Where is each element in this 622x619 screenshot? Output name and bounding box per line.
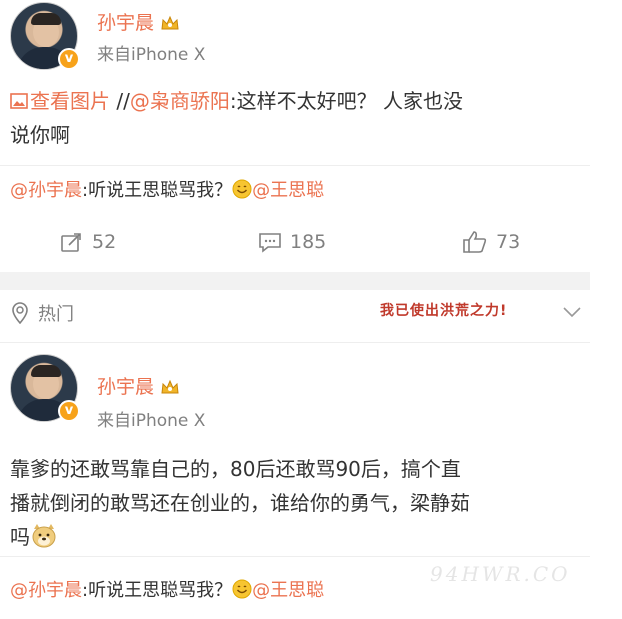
user-name-label: 孙宇晨 <box>97 12 155 34</box>
repost-icon <box>61 233 81 252</box>
retweet-mention-link[interactable]: @孙宇晨 <box>10 180 82 201</box>
view-image-label: 查看图片 <box>30 89 110 113</box>
vip-crown-icon <box>161 379 179 394</box>
user-name-label: 孙宇晨 <box>97 376 155 398</box>
comment-icon <box>259 233 281 253</box>
hot-label[interactable]: 热门 <box>10 300 74 326</box>
feed-separator <box>0 272 590 290</box>
verified-badge-icon: v <box>58 400 80 422</box>
retweet-mention2-link[interactable]: @王思聪 <box>252 180 324 201</box>
retweet-body: :听说王思聪骂我？ <box>82 580 233 601</box>
image-icon <box>10 93 28 109</box>
retweet-mention-link[interactable]: @孙宇晨 <box>10 580 82 601</box>
post-source: 来自iPhone X <box>97 411 206 431</box>
retweet-line: @孙宇晨:听说王思聪骂我？ @王思聪 <box>10 176 324 202</box>
post-text-line-1: 靠爹的还敢骂靠自己的，80后还敢骂90后，搞个直 <box>10 457 461 481</box>
hot-label-text: 热门 <box>38 304 74 325</box>
post-text-line-1: :这样不太好吧？ 人家也没 <box>229 89 463 113</box>
post-text-line-3: 吗 <box>10 525 30 549</box>
retweet-body: :听说王思聪骂我？ <box>82 180 233 201</box>
like-icon <box>463 231 487 253</box>
repost-button[interactable]: 52 <box>60 222 116 262</box>
post-text: 靠爹的还敢骂靠自己的，80后还敢骂90后，搞个直 播就倒闭的敢骂还在创业的，谁给… <box>10 452 595 554</box>
hot-section-header: 热门 我已使出洪荒之力! <box>0 292 590 336</box>
post-source: 来自iPhone X <box>97 45 206 65</box>
watermark: 94HWR.CO <box>430 562 571 586</box>
post-card-1: v 孙宇晨 来自iPhone X 查看图片 //@枭商骄阳:这样不太好吧？ 人家… <box>0 0 590 272</box>
post-text-line-2: 播就倒闭的敢骂还在创业的，谁给你的勇气，梁静茹 <box>10 491 470 515</box>
like-button[interactable]: 73 <box>462 222 520 262</box>
retweet-mention2-link[interactable]: @王思聪 <box>252 580 324 601</box>
post-text-line-2: 说你啊 <box>10 123 70 147</box>
comment-button[interactable]: 185 <box>258 222 326 262</box>
chevron-down-icon[interactable] <box>562 306 582 318</box>
smiley-emoji-icon <box>232 579 252 599</box>
user-name[interactable]: 孙宇晨 <box>97 8 180 35</box>
verified-badge-icon: v <box>58 48 80 70</box>
divider <box>0 342 590 343</box>
avatar[interactable]: v <box>10 2 80 70</box>
like-count: 73 <box>496 231 521 253</box>
doge-emoji-icon <box>32 524 56 548</box>
avatar[interactable]: v <box>10 354 80 422</box>
divider <box>0 165 590 166</box>
sticker-image: 我已使出洪荒之力! <box>380 303 508 319</box>
comment-count: 185 <box>290 231 327 253</box>
hot-icon <box>12 302 28 324</box>
vip-crown-icon <box>161 15 179 30</box>
post-text: 查看图片 //@枭商骄阳:这样不太好吧？ 人家也没 说你啊 <box>10 84 590 152</box>
user-name[interactable]: 孙宇晨 <box>97 372 180 399</box>
action-bar: 52 185 73 <box>0 222 590 262</box>
smiley-emoji-icon <box>232 179 252 199</box>
text-separator: // <box>110 89 130 113</box>
mention-link[interactable]: @枭商骄阳 <box>130 89 230 113</box>
divider <box>0 556 590 557</box>
retweet-line: @孙宇晨:听说王思聪骂我？ @王思聪 <box>10 576 324 602</box>
view-image-link[interactable]: 查看图片 <box>10 89 110 113</box>
repost-count: 52 <box>92 231 117 253</box>
